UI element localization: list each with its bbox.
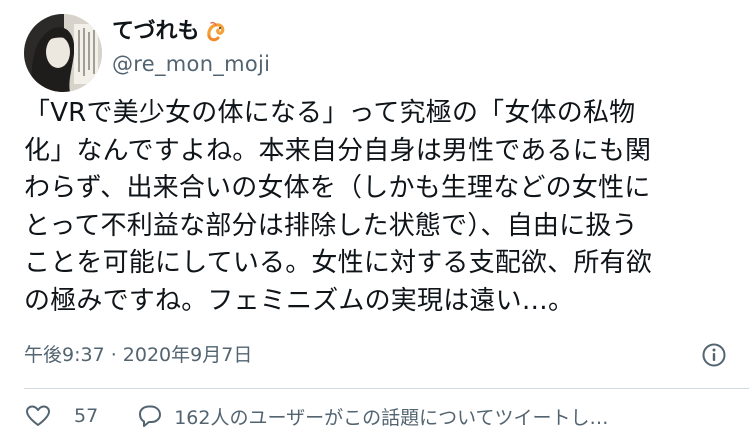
conversation-link[interactable]: 162人のユーザーがこの話題についてツイートし…: [174, 403, 608, 430]
action-bar: 57 162人のユーザーがこの話題についてツイートし…: [24, 398, 609, 434]
like-count: 57: [74, 405, 99, 427]
display-name[interactable]: てづれも: [112, 18, 270, 46]
heart-icon[interactable]: [24, 402, 52, 430]
reply-icon[interactable]: [136, 402, 164, 430]
author-block: てづれも @re_mon_moji: [112, 18, 270, 78]
divider: [24, 388, 749, 389]
tweet-timestamp[interactable]: 午後9:37 · 2020年9月7日: [24, 343, 252, 367]
shrimp-icon: [204, 21, 226, 43]
user-handle[interactable]: @re_mon_moji: [112, 50, 270, 78]
avatar[interactable]: [24, 14, 102, 92]
tweet-text: 「VRで美少女の体になる」って究極の「女体の私物 化」なんですよね。本来自分自身…: [24, 98, 653, 316]
tweet-card: てづれも @re_mon_moji 「VRで美少女の体になる」って究極の「女体の…: [0, 0, 749, 445]
avatar-image: [24, 14, 102, 92]
display-name-text: てづれも: [112, 19, 200, 44]
info-icon[interactable]: [700, 341, 728, 369]
